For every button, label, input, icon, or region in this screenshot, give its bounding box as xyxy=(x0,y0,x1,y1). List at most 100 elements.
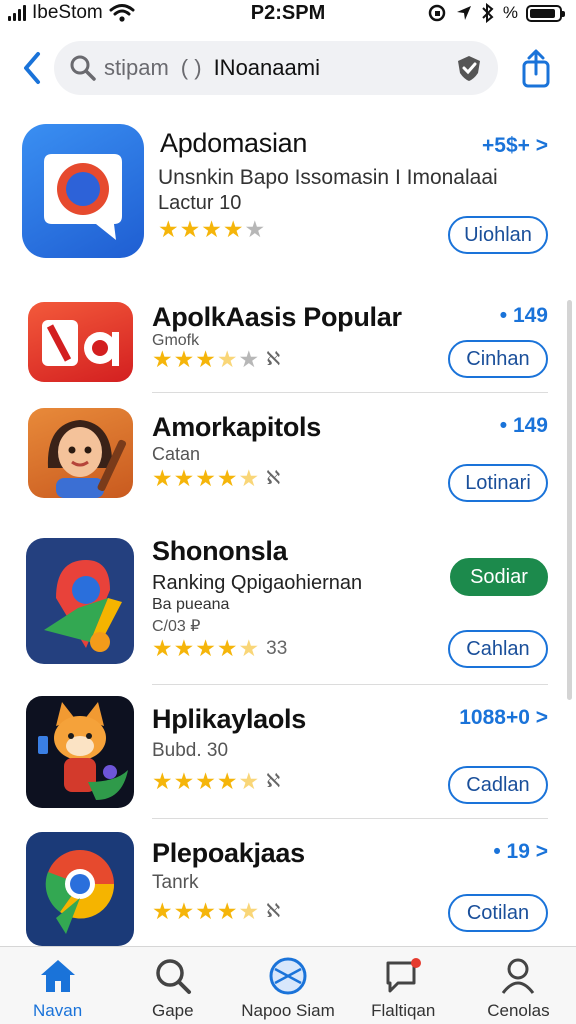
tab-label: Napoo Siam xyxy=(241,1001,335,1020)
star-icon: ★ xyxy=(195,768,216,794)
app-subtitle: Catan xyxy=(152,444,201,464)
star-icon: ★ xyxy=(216,898,238,924)
rating-stars: ★ ★ ★ ★ ★ 33 xyxy=(152,637,287,660)
notification-icon xyxy=(386,958,422,993)
app-subtitle: Unsnkin Bapo Issomasin I Imonalaai xyxy=(158,166,498,189)
star-icon: ★ xyxy=(238,635,260,661)
back-button[interactable] xyxy=(18,48,48,88)
app-subtitle: Bubd. 30 xyxy=(152,740,229,761)
globe-icon xyxy=(269,957,307,995)
list-item[interactable]: Apdomasian Unsnkin Bapo Issomasin I Imon… xyxy=(0,120,576,270)
status-bar: IbeStom P2:SPM % xyxy=(0,0,576,30)
app-price[interactable]: • 149 xyxy=(500,414,548,438)
tab-notifications[interactable]: Flaltiqan xyxy=(346,947,461,1024)
search-input[interactable]: stipam ( ) INoanaami xyxy=(54,41,498,95)
divider xyxy=(152,392,548,393)
star-icon: ★ xyxy=(179,216,201,242)
star-icon: ★ xyxy=(173,898,195,924)
star-icon: ★ xyxy=(152,346,173,372)
list-item[interactable]: Hplikaylaols Bubd. 30 ★ ★ ★ ★ ★ ℵ 1088+0 > Ca… xyxy=(0,690,576,814)
star-icon: ★ xyxy=(152,898,173,924)
app-icon-girl xyxy=(28,408,133,498)
app-icon-maps xyxy=(26,538,134,664)
star-icon: ★ xyxy=(222,216,244,242)
star-icon: ★ xyxy=(238,898,260,924)
home-icon xyxy=(40,960,75,992)
bluetooth-icon xyxy=(482,3,494,23)
get-button[interactable]: Uiohlan xyxy=(448,216,548,254)
tab-profile[interactable]: Cenolas xyxy=(461,947,576,1024)
app-name: Amorkapitols xyxy=(152,412,321,442)
rating-count: 33 xyxy=(266,637,288,659)
search-header: stipam ( ) INoanaami xyxy=(0,38,576,98)
get-button[interactable]: Cotilan xyxy=(448,894,548,932)
tab-label: Gape xyxy=(152,1001,194,1020)
fox-icon xyxy=(38,702,128,800)
tab-label: Cenolas xyxy=(487,1001,550,1020)
search-placeholder: stipam xyxy=(104,55,169,80)
list-item[interactable]: Amorkapitols Catan ★ ★ ★ ★ ★ ℵ • 149 Lotinari xyxy=(0,400,576,510)
app-subtitle-2: Lactur 10 xyxy=(158,192,242,214)
star-icon: ★ xyxy=(238,346,260,372)
star-icon: ★ xyxy=(152,635,173,661)
divider xyxy=(152,818,548,819)
get-button[interactable]: Cahlan xyxy=(448,630,548,668)
app-icon-chat xyxy=(22,124,144,258)
divider xyxy=(152,684,548,685)
open-button[interactable]: Sodiar xyxy=(450,558,548,596)
letter-icon xyxy=(42,320,119,366)
app-subtitle-3: C/03 ₽ xyxy=(152,618,201,635)
app-subtitle: Ranking Qpigaohiernan xyxy=(152,572,363,594)
share-button[interactable] xyxy=(518,48,554,90)
app-icon-fox xyxy=(26,696,134,808)
tab-search[interactable]: Gape xyxy=(115,947,230,1024)
list-item[interactable]: Plepoakjaas Tanrk ★ ★ ★ ★ ★ ℵ • 19 > Cotilan xyxy=(0,826,576,946)
app-subtitle: Tanrk xyxy=(152,872,199,893)
app-price[interactable]: +5$+ > xyxy=(482,134,548,158)
star-icon: ★ xyxy=(195,346,216,372)
app-name: ApolkAasis Popular xyxy=(152,302,402,332)
tab-home[interactable]: Navan xyxy=(0,947,115,1024)
app-price[interactable]: • 19 > xyxy=(493,840,548,864)
list-item[interactable]: ApolkAasis Popular Gmofk ★ ★ ★ ★ ★ ℵ • 149 Ci… xyxy=(0,292,576,392)
star-icon: ★ xyxy=(216,465,238,491)
app-name: Plepoakjaas xyxy=(152,838,305,868)
get-button[interactable]: Cadlan xyxy=(448,766,548,804)
search-parens: ( ) xyxy=(180,55,202,80)
character-icon xyxy=(47,420,127,498)
rating-count: ℵ xyxy=(266,901,281,922)
app-subtitle-2: Ba pueana xyxy=(152,596,230,613)
star-icon: ★ xyxy=(173,346,195,372)
list-item[interactable]: Shononsla Ranking Qpigaohiernan Ba puean… xyxy=(0,530,576,678)
star-icon: ★ xyxy=(244,216,266,242)
rating-stars: ★ ★ ★ ★ ★ ℵ xyxy=(152,770,280,793)
tab-label: Navan xyxy=(33,1001,83,1020)
location-icon xyxy=(456,6,471,20)
star-icon: ★ xyxy=(195,635,216,661)
star-icon: ★ xyxy=(158,216,179,242)
rating-count: ℵ xyxy=(266,349,281,370)
star-icon: ★ xyxy=(238,768,260,794)
star-icon: ★ xyxy=(238,465,260,491)
app-name: Shononsla xyxy=(152,536,288,566)
battery-percent: % xyxy=(502,3,518,22)
person-icon xyxy=(502,958,535,994)
search-icon xyxy=(70,55,96,81)
rating-stars: ★ ★ ★ ★ ★ xyxy=(158,218,265,241)
tab-globe[interactable]: Napoo Siam xyxy=(230,947,345,1024)
star-icon: ★ xyxy=(216,768,238,794)
star-icon: ★ xyxy=(152,768,173,794)
scrollbar[interactable] xyxy=(567,300,572,700)
star-icon: ★ xyxy=(201,216,222,242)
browser-icon xyxy=(45,850,115,934)
get-button[interactable]: Cinhan xyxy=(448,340,548,378)
star-icon: ★ xyxy=(173,768,195,794)
app-price[interactable]: 1088+0 > xyxy=(459,706,548,730)
app-icon-red xyxy=(28,302,133,382)
chat-icon xyxy=(44,154,122,240)
app-price[interactable]: • 149 xyxy=(500,304,548,328)
maps-icon xyxy=(44,560,122,652)
shield-icon[interactable] xyxy=(454,53,484,83)
get-button[interactable]: Lotinari xyxy=(448,464,548,502)
star-icon: ★ xyxy=(195,465,216,491)
